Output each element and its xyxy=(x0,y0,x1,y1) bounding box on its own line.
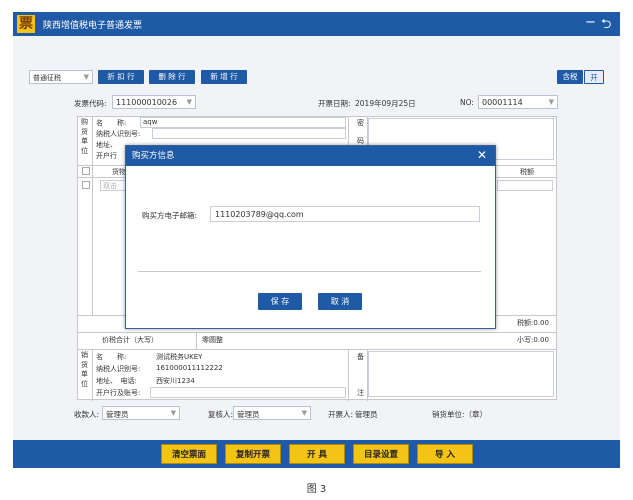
cipher-label: 密 xyxy=(357,119,364,127)
seller-taxid-label: 纳税人识别号: xyxy=(96,365,141,373)
buyer-bank-label: 开户行 xyxy=(96,152,117,160)
invoice-no-select[interactable]: 00001114 ▼ xyxy=(478,95,558,109)
tax-included-toggle[interactable]: 开 xyxy=(584,70,604,84)
invoice-type-select[interactable]: 普通征税 ▼ xyxy=(29,70,93,84)
catalog-settings-button[interactable]: 目录设置 xyxy=(353,444,409,464)
seller-taxid-value: 161000011112222 xyxy=(156,364,223,372)
seller-seal-label: 销货单位:（章） xyxy=(432,410,488,419)
title-bar: 票 陕西增值税电子普通发票 − ⮌ xyxy=(13,12,620,36)
buyer-address-label: 地址、 xyxy=(96,141,117,149)
buyer-info-dialog: 购买方信息 ✕ 购买方电子邮箱: 1110203789@qq.com 保 存 取… xyxy=(125,145,496,329)
dialog-title: 购买方信息 xyxy=(126,146,495,166)
seller-name-value: 测试税务UKEY xyxy=(156,353,203,361)
seller-address-value: 西安川1234 xyxy=(156,377,195,385)
seller-name-label: 名 称: xyxy=(96,353,127,361)
copy-invoice-button[interactable]: 复制开票 xyxy=(225,444,281,464)
figure-caption: 图 3 xyxy=(306,484,327,495)
buyer-taxid-label: 纳税人识别号: xyxy=(96,130,141,138)
seller-bank-input[interactable] xyxy=(150,387,346,398)
tax-amount-input[interactable] xyxy=(497,180,553,191)
row-checkbox[interactable] xyxy=(82,181,90,189)
goods-column-header: 货物 xyxy=(112,168,126,176)
reviewer-label: 复核人: xyxy=(208,410,234,419)
tax-column-header: 税额 xyxy=(520,168,534,176)
seller-bank-label: 开户行及账号: xyxy=(96,389,141,397)
invoice-no-label: NO: xyxy=(460,98,474,107)
import-button[interactable]: 导 入 xyxy=(417,444,473,464)
buyer-name-label: 名 称: xyxy=(96,119,127,127)
tax-included-label: 含税 xyxy=(557,70,583,84)
chevron-down-icon: ▼ xyxy=(548,98,554,106)
add-row-button[interactable]: 新 增 行 xyxy=(201,70,247,84)
cancel-button[interactable]: 取 消 xyxy=(318,293,362,310)
chevron-down-icon: ▼ xyxy=(170,409,176,417)
remark-input[interactable] xyxy=(368,351,554,397)
minimize-icon[interactable]: − xyxy=(585,15,596,30)
total-cn-value: 零圆整 xyxy=(202,336,223,344)
tax-total: 税额:0.00 xyxy=(517,319,549,327)
remark-label: 备 xyxy=(357,353,364,361)
chevron-down-icon: ▼ xyxy=(301,409,307,417)
invoice-type-value: 普通征税 xyxy=(33,74,61,82)
buyer-email-label: 购买方电子邮箱: xyxy=(142,211,198,220)
issue-button[interactable]: 开 具 xyxy=(289,444,345,464)
seller-address-label: 地址、 电话: xyxy=(96,377,137,385)
close-icon[interactable]: ✕ xyxy=(477,148,487,162)
seller-side-label: 销货单位 xyxy=(81,351,88,388)
delete-row-button[interactable]: 删 除 行 xyxy=(149,70,195,84)
app-title: 陕西增值税电子普通发票 xyxy=(43,21,143,31)
select-all-checkbox[interactable] xyxy=(82,167,90,175)
buyer-email-input[interactable]: 1110203789@qq.com xyxy=(210,206,480,222)
invoice-no-value: 00001114 xyxy=(482,98,523,107)
chevron-down-icon: ▼ xyxy=(83,73,89,81)
total-amount: 小写:0.00 xyxy=(517,336,549,344)
invoice-code-select[interactable]: 111000010026 ▼ xyxy=(112,95,196,109)
invoice-code-value: 111000010026 xyxy=(116,98,178,107)
invoice-date-value: 2019年09月25日 xyxy=(355,99,416,108)
total-cn-label: 价税合计（大写） xyxy=(102,336,158,344)
payee-label: 收款人: xyxy=(74,410,100,419)
app-logo-icon: 票 xyxy=(17,15,35,33)
chevron-down-icon: ▼ xyxy=(186,98,192,106)
buyer-name-input[interactable]: aqw xyxy=(140,117,346,128)
clear-form-button[interactable]: 清空票面 xyxy=(161,444,217,464)
drawer-value: 管理员 xyxy=(355,410,378,419)
buyer-taxid-input[interactable] xyxy=(152,128,346,139)
invoice-date-label: 开票日期: xyxy=(318,99,351,108)
payee-select[interactable]: 管理员 ▼ xyxy=(102,406,180,420)
reviewer-select[interactable]: 管理员 ▼ xyxy=(233,406,311,420)
discount-row-button[interactable]: 折 扣 行 xyxy=(98,70,144,84)
buyer-side-label: 购货单位 xyxy=(81,118,88,155)
save-button[interactable]: 保 存 xyxy=(258,293,302,310)
drawer-label: 开票人: xyxy=(328,410,354,419)
back-icon[interactable]: ⮌ xyxy=(601,15,611,37)
footer-bar: 清空票面 复制开票 开 具 目录设置 导 入 xyxy=(13,440,620,468)
invoice-code-label: 发票代码: xyxy=(74,99,107,108)
remark-label-2: 注 xyxy=(357,389,364,397)
